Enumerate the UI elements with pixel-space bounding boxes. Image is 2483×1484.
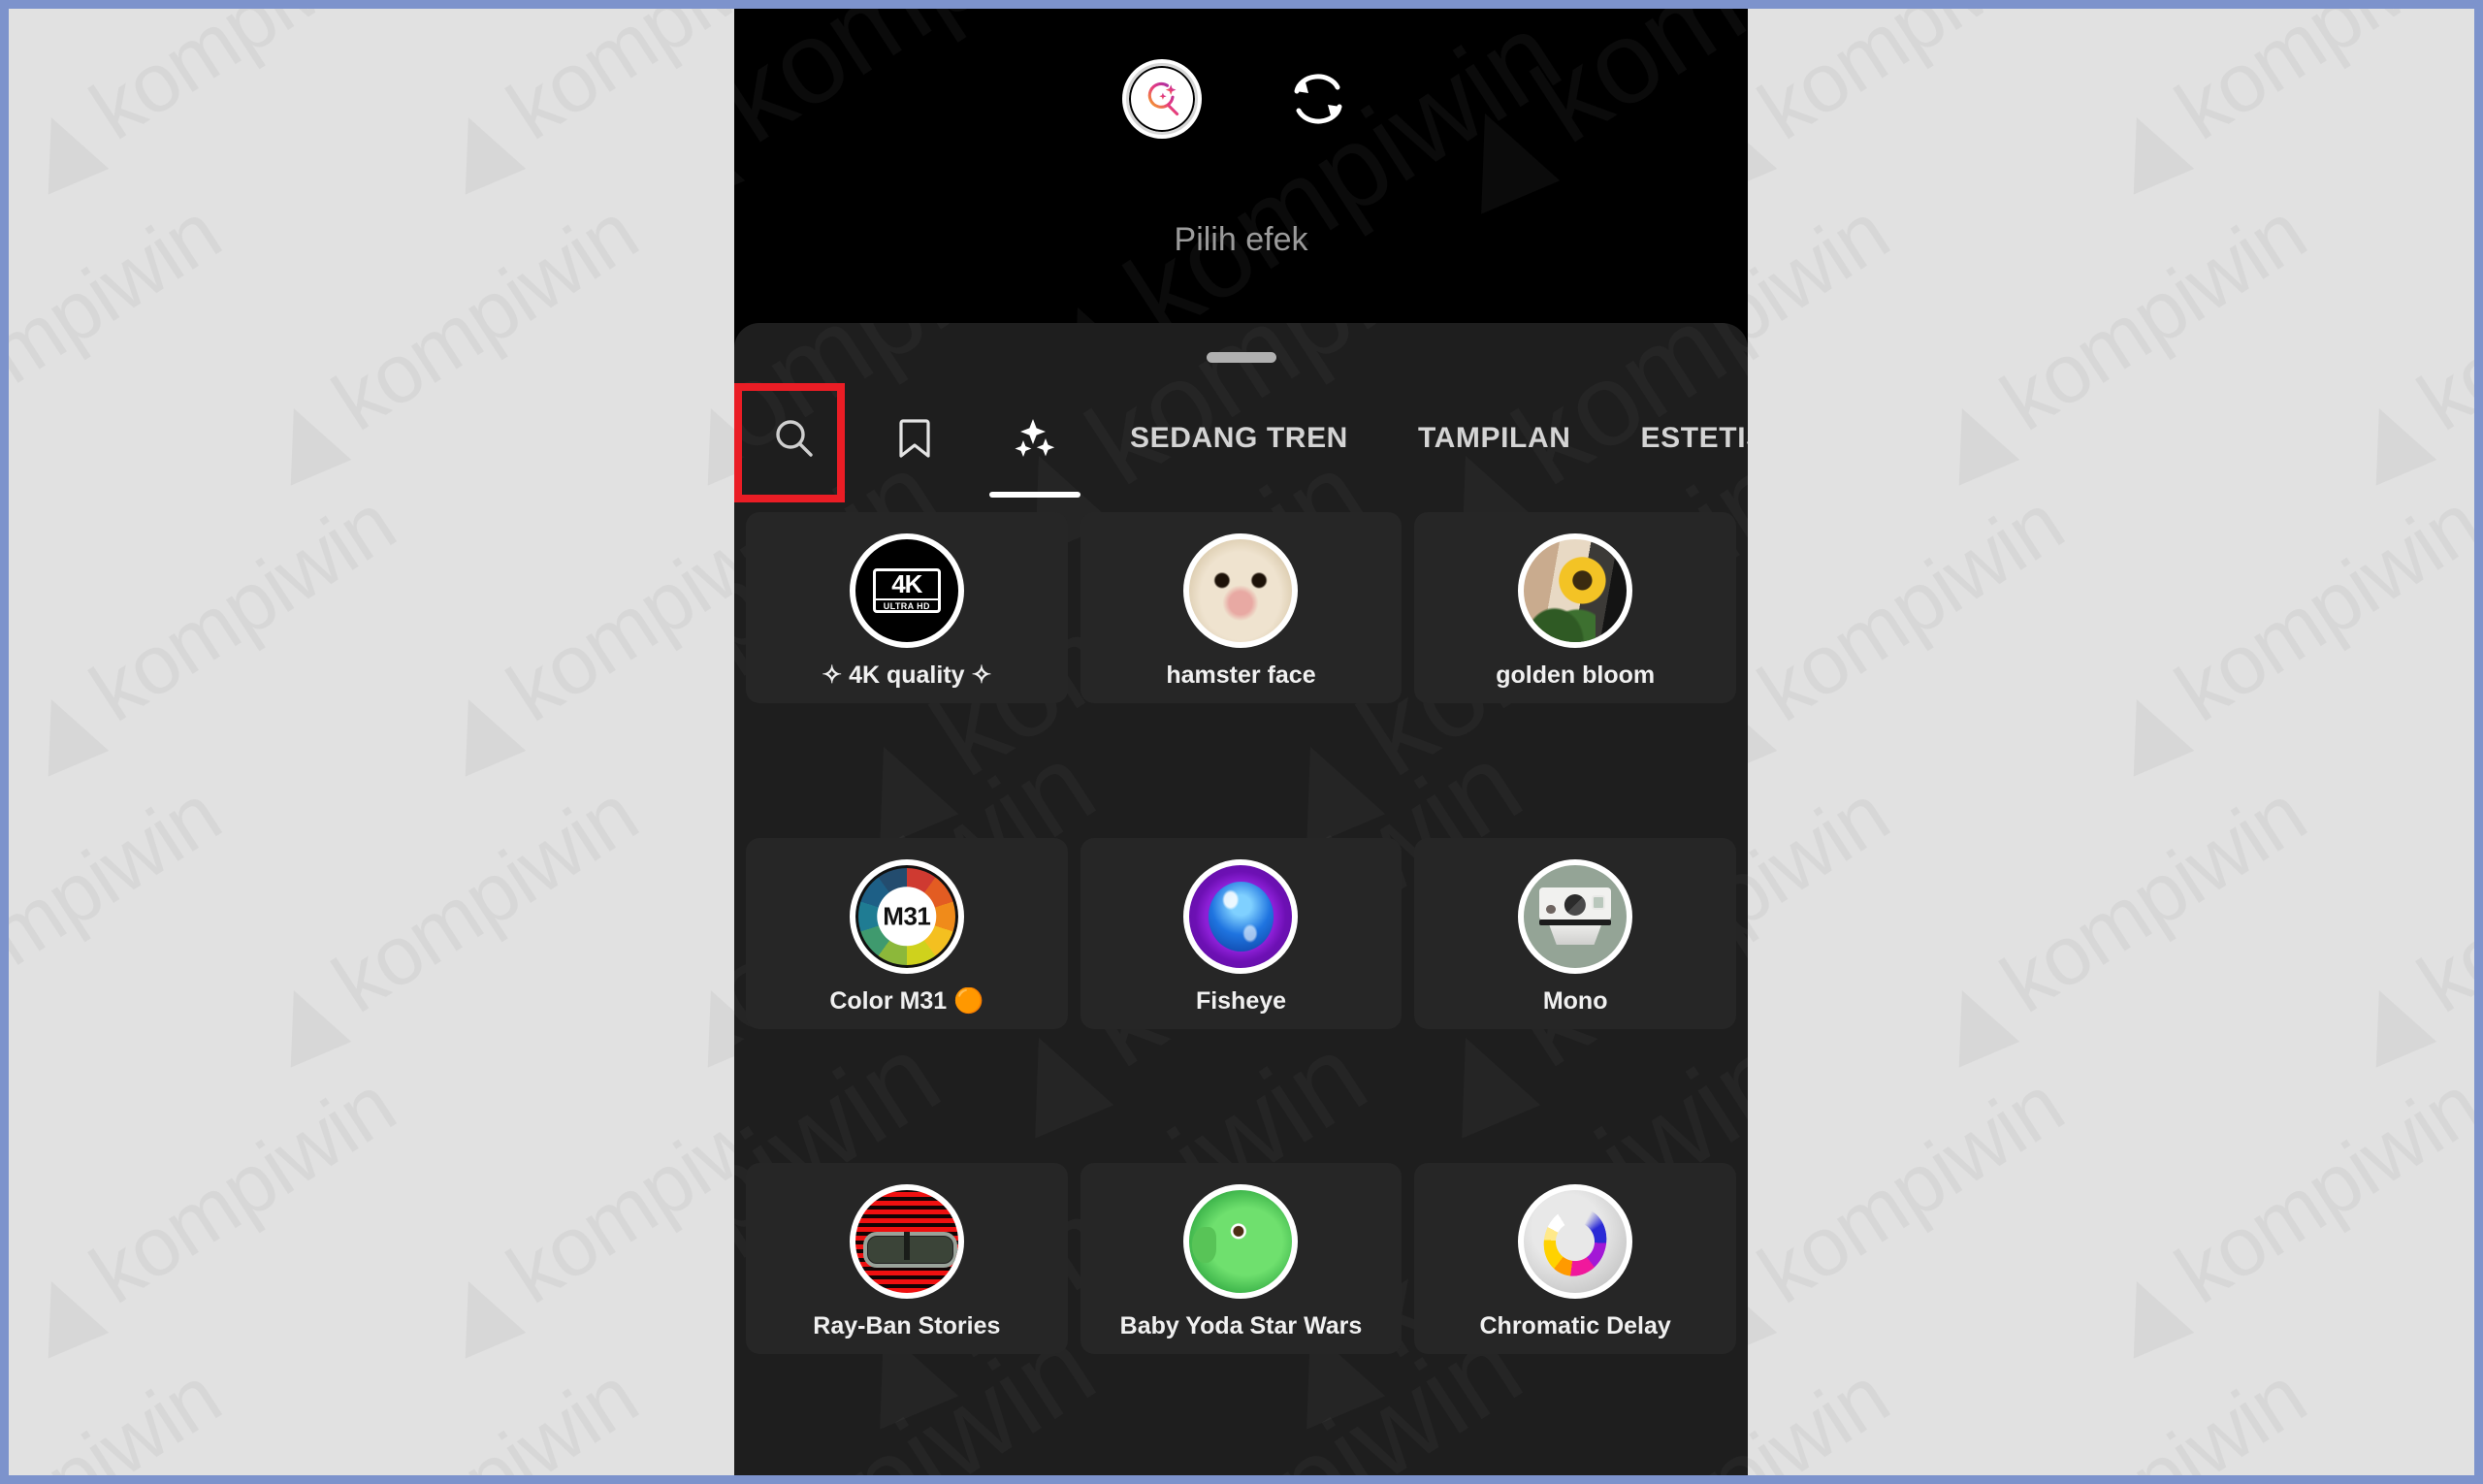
watermark-text: kompiwin bbox=[2093, 475, 2483, 785]
effect-label: golden bloom bbox=[1496, 661, 1656, 689]
phone-screenshot: Pilih efek kompiwinkompiwinkompiwinkompi… bbox=[734, 0, 1748, 1476]
badge-primary-text: 4K bbox=[891, 568, 922, 598]
effect-thumbnail-fisheye bbox=[1183, 858, 1299, 974]
effect-card[interactable]: Color M31 🟠 bbox=[746, 837, 1068, 1029]
effect-card[interactable]: Chromatic Delay bbox=[1414, 1163, 1736, 1355]
tab-saved[interactable] bbox=[855, 379, 975, 498]
effect-label: hamster face bbox=[1166, 661, 1316, 689]
ai-sparkle-search-icon[interactable] bbox=[1125, 63, 1198, 135]
effect-label: Fisheye bbox=[1195, 986, 1287, 1015]
watermark-text: kompiwin bbox=[2336, 1348, 2483, 1484]
effect-card[interactable]: Baby Yoda Star Wars bbox=[1080, 1163, 1403, 1355]
effect-thumbnail-chromatic-delay bbox=[1518, 1184, 1633, 1300]
effect-thumbnail-hamster-face bbox=[1183, 533, 1299, 648]
effect-category-tabs: SEDANG TRENTAMPILANESTETISGA bbox=[734, 379, 1748, 498]
effect-card[interactable]: Fisheye bbox=[1080, 837, 1403, 1029]
effect-label: Ray-Ban Stories bbox=[813, 1312, 1001, 1340]
watermark-text: kompiwin bbox=[250, 184, 655, 494]
effects-grid: 4K ULTRA HD ✧ 4K quality ✧ hamster face gold… bbox=[734, 512, 1748, 1476]
tab-looks[interactable]: TAMPILAN bbox=[1383, 379, 1606, 498]
polaroid-camera-icon bbox=[1539, 887, 1612, 946]
effect-thumbnail-4k-quality: 4K ULTRA HD bbox=[849, 533, 964, 648]
active-tab-underline bbox=[989, 492, 1080, 498]
effect-label: Baby Yoda Star Wars bbox=[1119, 1312, 1363, 1340]
tab-effects[interactable] bbox=[975, 379, 1095, 498]
sparkles-icon bbox=[1010, 413, 1060, 464]
search-icon bbox=[772, 416, 817, 461]
badge-secondary-text: ULTRA HD bbox=[875, 597, 938, 611]
flip-camera-icon[interactable] bbox=[1279, 60, 1357, 138]
watermark-text: kompiwin bbox=[8, 475, 412, 785]
watermark-text: kompiwin bbox=[1919, 766, 2323, 1076]
watermark-text: kompiwin bbox=[2336, 766, 2483, 1076]
watermark-text: kompiwin bbox=[250, 1348, 655, 1484]
watermark-text: kompiwin bbox=[250, 766, 655, 1076]
watermark-text: kompiwin bbox=[0, 184, 238, 494]
effect-thumbnail-color-m31 bbox=[849, 858, 964, 974]
watermark-text: kompiwin bbox=[8, 1057, 412, 1367]
bookmark-icon bbox=[894, 416, 935, 461]
tab-search[interactable] bbox=[734, 379, 855, 498]
effect-card[interactable]: golden bloom bbox=[1414, 512, 1736, 703]
effect-tray-sheet: SEDANG TRENTAMPILANESTETISGA 4KULTRA HD✧… bbox=[734, 323, 1748, 1476]
tab-label: SEDANG TREN bbox=[1130, 422, 1348, 454]
watermark-text: kompiwin bbox=[2336, 184, 2483, 494]
effect-label: Color M31 🟠 bbox=[829, 986, 984, 1015]
watermark-text: kompiwin bbox=[1919, 184, 2323, 494]
watermark-text: kompiwin bbox=[0, 1348, 238, 1484]
tab-label: ESTETIS bbox=[1640, 422, 1748, 454]
effect-card[interactable]: Ray-Ban Stories bbox=[746, 1163, 1068, 1355]
select-effect-hint: Pilih efek bbox=[1174, 221, 1308, 258]
effect-thumbnail-ray-ban-stories bbox=[849, 1184, 964, 1300]
effect-card[interactable]: hamster face bbox=[1080, 512, 1403, 703]
tab-aesthetic[interactable]: ESTETIS bbox=[1606, 379, 1748, 498]
sheet-drag-handle[interactable] bbox=[1206, 352, 1276, 363]
effect-card[interactable]: Mono bbox=[1414, 837, 1736, 1029]
tab-label: TAMPILAN bbox=[1417, 422, 1571, 454]
watermark-text: kompiwin bbox=[2093, 0, 2483, 203]
effect-thumbnail-golden-bloom bbox=[1518, 533, 1633, 648]
camera-viewfinder: Pilih efek kompiwinkompiwinkompiwinkompi… bbox=[734, 0, 1748, 323]
effect-label: Chromatic Delay bbox=[1479, 1312, 1671, 1340]
effect-thumbnail-mono bbox=[1518, 858, 1633, 974]
effect-thumbnail-baby-yoda-star-wars bbox=[1183, 1184, 1299, 1300]
effect-card[interactable]: 4K ULTRA HD ✧ 4K quality ✧ bbox=[746, 512, 1068, 703]
watermark-text: kompiwin bbox=[1919, 1348, 2323, 1484]
watermark-text: kompiwin bbox=[0, 766, 238, 1076]
camera-top-controls bbox=[734, 60, 1748, 138]
tab-trending[interactable]: SEDANG TREN bbox=[1095, 379, 1383, 498]
4k-ultra-hd-badge: 4K ULTRA HD bbox=[872, 568, 941, 613]
watermark-text: kompiwin bbox=[2093, 1057, 2483, 1367]
watermark-text: kompiwin bbox=[8, 0, 412, 203]
effect-label: Mono bbox=[1542, 986, 1608, 1015]
effect-label: ✧ 4K quality ✧ bbox=[822, 661, 992, 689]
